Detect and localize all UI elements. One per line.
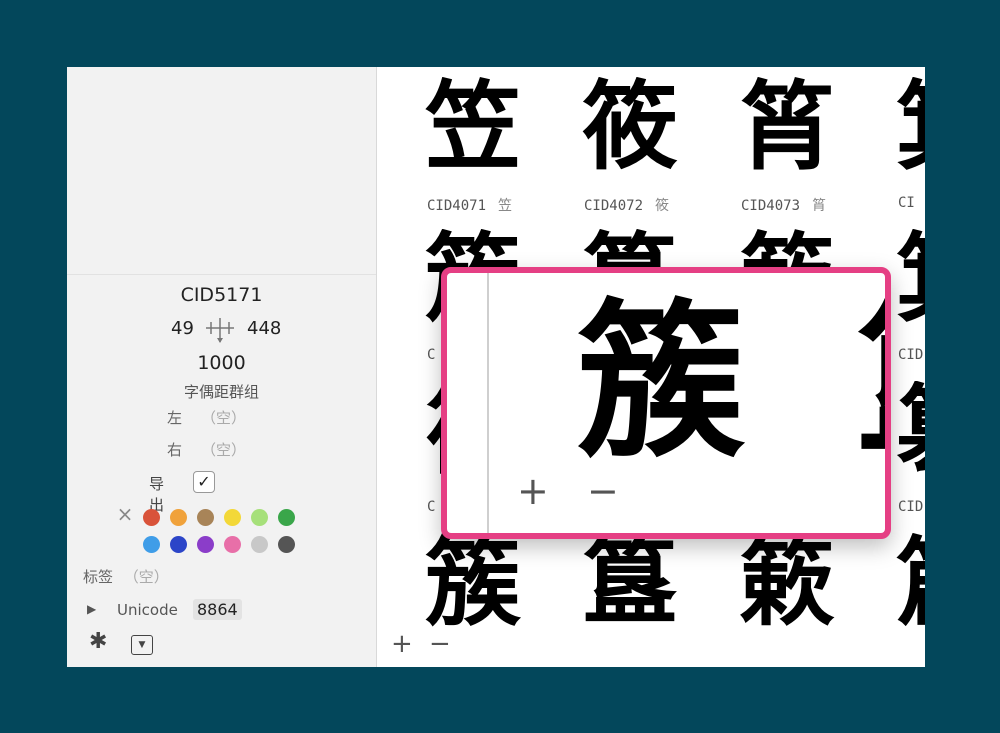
glyph-cid-text: CID bbox=[898, 347, 924, 363]
glyph-cell[interactable]: 箕 CI bbox=[896, 77, 925, 227]
glyph-cell[interactable]: 篡 CID bbox=[896, 381, 925, 531]
kerning-right-label: 右 bbox=[167, 441, 183, 459]
glyph-cid-label: CID4073 筲 bbox=[741, 195, 826, 215]
glyph-preview: 篇 bbox=[896, 533, 925, 633]
disclosure-triangle-icon[interactable]: ▶ bbox=[87, 602, 96, 616]
glyph-preview: 簋 bbox=[582, 533, 678, 633]
popover-remove-button[interactable]: − bbox=[587, 469, 619, 513]
color-swatch[interactable] bbox=[251, 509, 268, 526]
tags-label: 标签 bbox=[83, 568, 114, 586]
glyph-preview: 笠 bbox=[425, 77, 521, 177]
kerning-left-label: 左 bbox=[167, 409, 183, 427]
color-swatch[interactable] bbox=[251, 536, 268, 553]
glyph-cell[interactable]: 笠 CID4071 笠 bbox=[425, 77, 575, 227]
glyph-preview: 簇 bbox=[425, 533, 521, 633]
glyph-preview: 簌 bbox=[739, 533, 835, 633]
glyph-cid-label: CID bbox=[898, 499, 923, 515]
glyph-preview: 篡 bbox=[896, 381, 925, 481]
grid-remove-button[interactable]: − bbox=[429, 629, 451, 659]
glyph-cid-label: C bbox=[427, 499, 435, 515]
glyph-cell[interactable]: 筱 CID4072 筱 bbox=[582, 77, 732, 227]
right-sidebearing-value[interactable]: 448 bbox=[247, 318, 281, 339]
glyph-cid-text: CI bbox=[898, 195, 915, 211]
glyph-cid-text: CID4071 bbox=[427, 198, 487, 214]
zoomed-next-glyph: 簋 bbox=[855, 287, 885, 477]
glyph-preview: 箕 bbox=[896, 77, 925, 177]
glyph-info-sidebar: CID5171 49 448 1000 字偶距群组 左 （空） 右 （空） 导出… bbox=[67, 67, 377, 667]
unicode-value-field[interactable]: 8864 bbox=[193, 599, 242, 620]
tags-row: 标签 （空） bbox=[83, 566, 169, 587]
glyph-preview: 筲 bbox=[739, 77, 835, 177]
glyph-cell[interactable]: 筲 CID4073 筲 bbox=[739, 77, 889, 227]
glyph-cell[interactable]: 簋 bbox=[582, 533, 732, 667]
color-swatch[interactable] bbox=[143, 536, 160, 553]
color-swatch[interactable] bbox=[197, 536, 214, 553]
color-swatch[interactable] bbox=[224, 536, 241, 553]
popover-divider bbox=[487, 273, 489, 533]
glyph-cid-label: CID4072 筱 bbox=[584, 195, 669, 215]
zoomed-glyph[interactable]: 簇 bbox=[577, 287, 757, 477]
export-checkbox[interactable]: ✓ bbox=[193, 471, 215, 493]
color-swatch[interactable] bbox=[278, 536, 295, 553]
glyph-preview: 筱 bbox=[582, 77, 678, 177]
glyph-cell[interactable]: 箕 CID bbox=[896, 229, 925, 379]
zoomed-glyph-popover: 簇 簋 + − bbox=[441, 267, 891, 539]
color-swatch[interactable] bbox=[197, 509, 214, 526]
glyph-cid-label: CI bbox=[898, 195, 915, 211]
metrics-link-icon[interactable] bbox=[203, 316, 237, 344]
unicode-label: Unicode bbox=[117, 601, 178, 619]
color-swatch[interactable] bbox=[278, 509, 295, 526]
options-menu-icon[interactable]: ▼ bbox=[131, 635, 153, 655]
color-swatch[interactable] bbox=[170, 509, 187, 526]
clear-color-icon[interactable]: × bbox=[115, 504, 135, 525]
kerning-left-field[interactable]: （空） bbox=[201, 407, 246, 428]
glyph-cid-text: CID bbox=[898, 499, 924, 515]
popover-add-button[interactable]: + bbox=[517, 469, 549, 513]
grid-add-button[interactable]: + bbox=[391, 629, 413, 659]
glyph-editor-window: CID5171 49 448 1000 字偶距群组 左 （空） 右 （空） 导出… bbox=[67, 67, 925, 667]
glyph-cid-label: CID bbox=[898, 347, 923, 363]
glyph-cid-label: CID4071 笠 bbox=[427, 195, 512, 215]
glyph-cell[interactable]: 簌 bbox=[739, 533, 889, 667]
sidebearing-row: 49 448 bbox=[167, 316, 287, 344]
glyph-cid-text: CID4073 bbox=[741, 198, 801, 214]
kerning-group-title: 字偶距群组 bbox=[183, 383, 259, 401]
glyph-unicode-char: 筲 bbox=[812, 198, 827, 214]
kerning-right-field[interactable]: （空） bbox=[201, 439, 246, 460]
color-swatch[interactable] bbox=[224, 509, 241, 526]
color-swatch[interactable] bbox=[170, 536, 187, 553]
gear-icon[interactable]: ✱ bbox=[89, 629, 107, 654]
left-sidebearing-value[interactable]: 49 bbox=[171, 318, 194, 339]
glyph-name[interactable]: CID5171 bbox=[67, 284, 376, 306]
glyph-width-value[interactable]: 1000 bbox=[67, 352, 376, 374]
glyph-unicode-char: 笠 bbox=[498, 198, 513, 214]
sidebar-preview-area bbox=[67, 67, 376, 275]
glyph-cid-text: C bbox=[427, 499, 436, 515]
color-swatch[interactable] bbox=[143, 509, 160, 526]
glyph-preview: 箕 bbox=[896, 229, 925, 329]
glyph-cell[interactable]: 篇 bbox=[896, 533, 925, 667]
glyph-cid-label: C bbox=[427, 347, 435, 363]
glyph-cid-text: CID4072 bbox=[584, 198, 644, 214]
glyph-unicode-char: 筱 bbox=[655, 198, 670, 214]
glyph-cid-text: C bbox=[427, 347, 436, 363]
tags-field[interactable]: （空） bbox=[124, 568, 169, 586]
